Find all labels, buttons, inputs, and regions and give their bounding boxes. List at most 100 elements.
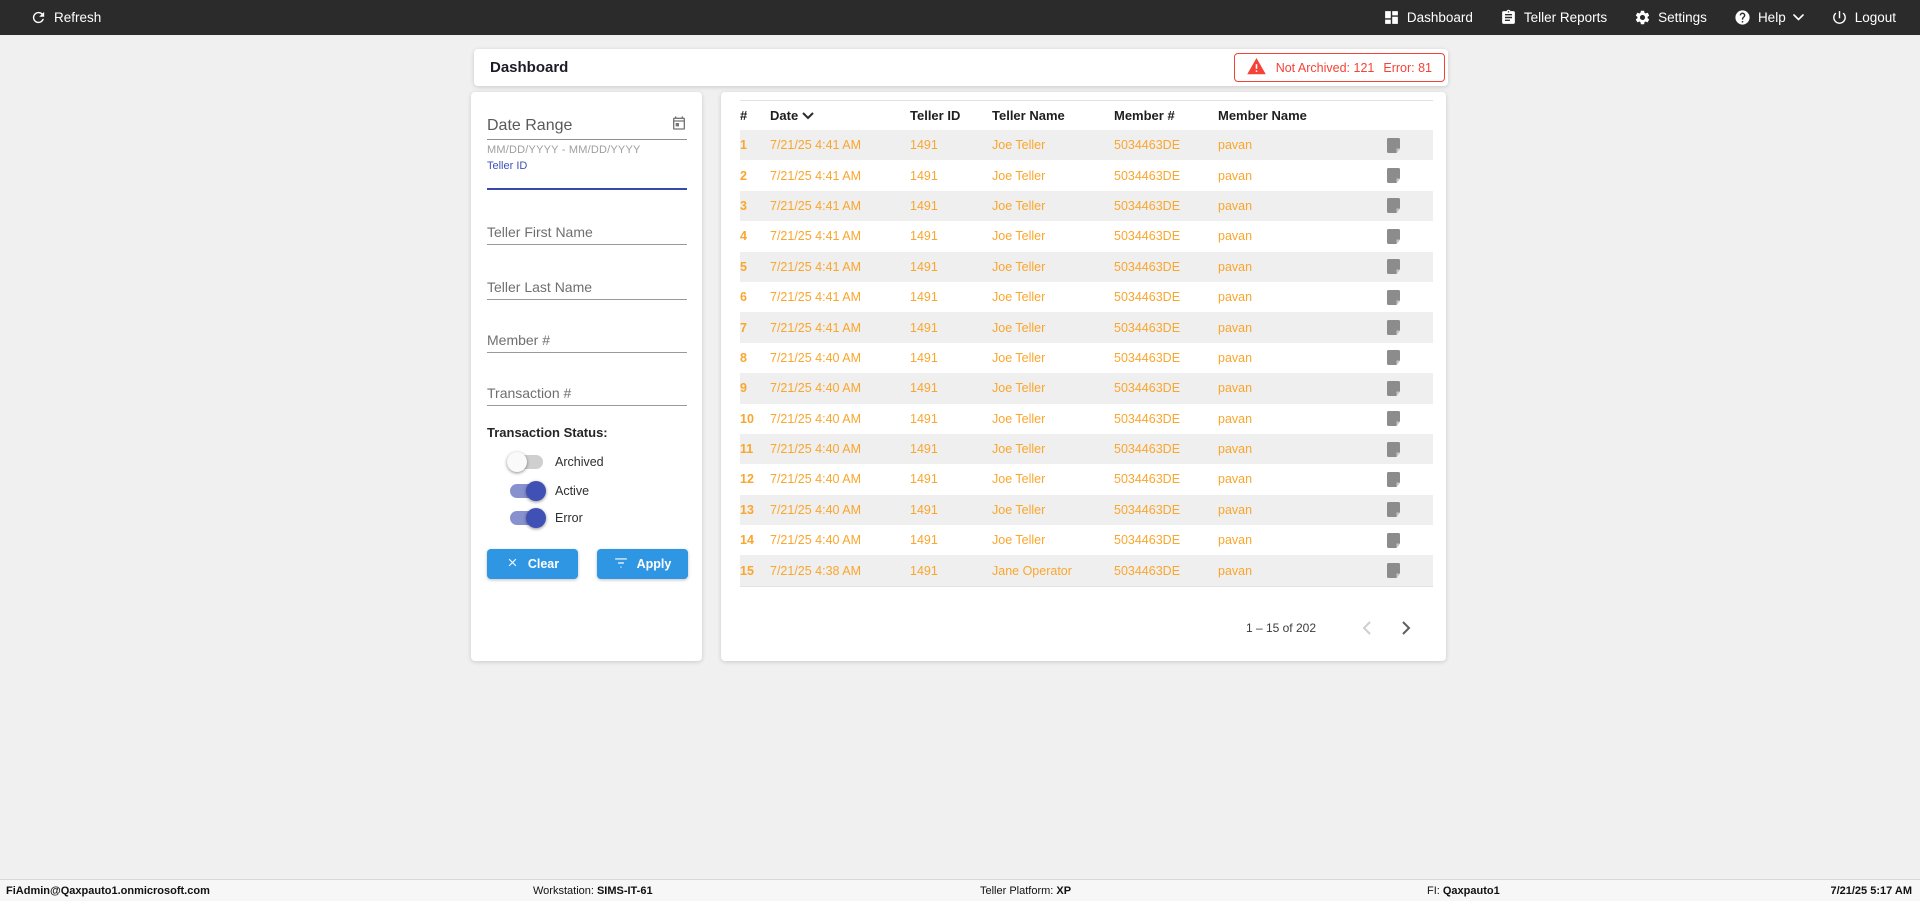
note-icon[interactable] [1338, 563, 1433, 579]
table-row[interactable]: 10 7/21/25 4:40 AM 1491 Joe Teller 50344… [740, 404, 1433, 434]
nav-dashboard[interactable]: Dashboard [1383, 9, 1473, 26]
nav-teller-reports[interactable]: Teller Reports [1500, 9, 1607, 26]
cell-member-number: 5034463DE [1114, 472, 1181, 487]
cell-teller-name: Joe Teller [992, 229, 1046, 244]
note-icon[interactable] [1338, 471, 1433, 487]
calendar-icon[interactable] [671, 115, 687, 136]
cell-teller-id: 1491 [910, 198, 938, 213]
table-row[interactable]: 11 7/21/25 4:40 AM 1491 Joe Teller 50344… [740, 433, 1433, 465]
dashboard-icon [1383, 9, 1400, 26]
col-header-member-name[interactable]: Member Name [1218, 108, 1338, 123]
cell-date: 7/21/25 4:40 AM [770, 502, 862, 517]
cell-member-number: 5034463DE [1114, 350, 1181, 365]
col-header-member-number[interactable]: Member # [1114, 108, 1218, 123]
transaction-number-input[interactable] [487, 380, 687, 406]
col-header-teller-name[interactable]: Teller Name [992, 108, 1114, 123]
cell-teller-name: Joe Teller [992, 411, 1046, 426]
statusbar-datetime: 7/21/25 5:17 AM [1830, 885, 1912, 897]
results-panel: # Date Teller ID Teller Name Member # Me… [721, 92, 1446, 661]
teller-first-name-input[interactable] [487, 219, 687, 245]
toggle-active[interactable]: Active [510, 480, 589, 502]
cell-member-name: pavan [1218, 502, 1253, 517]
cell-num: 8 [740, 350, 747, 365]
toggle-error[interactable]: Error [510, 507, 583, 529]
date-range-field[interactable]: Date Range [487, 112, 687, 140]
table-header: # Date Teller ID Teller Name Member # Me… [740, 100, 1433, 130]
table-row[interactable]: 9 7/21/25 4:40 AM 1491 Joe Teller 503446… [740, 373, 1433, 404]
teller-id-input[interactable] [487, 170, 687, 190]
cell-teller-name: Joe Teller [992, 290, 1046, 305]
note-icon[interactable] [1338, 198, 1433, 214]
apply-button[interactable]: Apply [597, 549, 688, 579]
cell-teller-name: Joe Teller [992, 381, 1046, 396]
cell-num: 14 [740, 533, 754, 548]
cell-date: 7/21/25 4:38 AM [770, 563, 862, 578]
table-row[interactable]: 14 7/21/25 4:40 AM 1491 Joe Teller 50344… [740, 525, 1433, 555]
note-icon[interactable] [1338, 411, 1433, 427]
table-row[interactable]: 13 7/21/25 4:40 AM 1491 Joe Teller 50344… [740, 494, 1433, 526]
table-row[interactable]: 5 7/21/25 4:41 AM 1491 Joe Teller 503446… [740, 251, 1433, 282]
col-header-num[interactable]: # [740, 108, 770, 123]
member-number-input[interactable] [487, 327, 687, 353]
cell-num: 15 [740, 563, 754, 578]
cell-member-number: 5034463DE [1114, 563, 1181, 578]
table-row[interactable]: 6 7/21/25 4:41 AM 1491 Joe Teller 503446… [740, 282, 1433, 312]
note-icon[interactable] [1338, 259, 1433, 275]
help-icon [1734, 9, 1751, 26]
note-icon[interactable] [1338, 320, 1433, 336]
top-navbar: Refresh Dashboard Teller Reports Setting… [0, 0, 1920, 35]
cell-member-name: pavan [1218, 411, 1253, 426]
nav-logout[interactable]: Logout [1831, 9, 1896, 26]
refresh-icon [30, 9, 47, 26]
settings-icon [1634, 9, 1651, 26]
table-row[interactable]: 3 7/21/25 4:41 AM 1491 Joe Teller 503446… [740, 190, 1433, 222]
table-row[interactable]: 15 7/21/25 4:38 AM 1491 Jane Operator 50… [740, 555, 1433, 586]
next-page-button[interactable] [1394, 616, 1418, 640]
cell-member-number: 5034463DE [1114, 381, 1181, 396]
toggle-archived-switch[interactable] [507, 452, 543, 472]
cell-member-name: pavan [1218, 168, 1253, 183]
note-icon[interactable] [1338, 380, 1433, 396]
cell-member-number: 5034463DE [1114, 533, 1181, 548]
reports-icon [1500, 9, 1517, 26]
clear-button[interactable]: Clear [487, 549, 578, 579]
toggle-error-switch[interactable] [510, 508, 546, 528]
nav-settings[interactable]: Settings [1634, 9, 1707, 26]
toggle-archived[interactable]: Archived [507, 451, 604, 473]
note-icon[interactable] [1338, 502, 1433, 518]
cell-date: 7/21/25 4:41 AM [770, 259, 862, 274]
note-icon[interactable] [1338, 289, 1433, 305]
cell-num: 13 [740, 502, 754, 517]
cell-member-name: pavan [1218, 320, 1253, 335]
toggle-active-switch[interactable] [510, 481, 546, 501]
cell-member-name: pavan [1218, 381, 1253, 396]
table-body: 1 7/21/25 4:41 AM 1491 Joe Teller 503446… [740, 130, 1433, 587]
table-row[interactable]: 1 7/21/25 4:41 AM 1491 Joe Teller 503446… [740, 130, 1433, 161]
cell-member-name: pavan [1218, 563, 1253, 578]
table-row[interactable]: 8 7/21/25 4:40 AM 1491 Joe Teller 503446… [740, 343, 1433, 373]
refresh-button[interactable]: Refresh [30, 9, 101, 26]
cell-date: 7/21/25 4:40 AM [770, 350, 862, 365]
note-icon[interactable] [1338, 137, 1433, 153]
table-row[interactable]: 2 7/21/25 4:41 AM 1491 Joe Teller 503446… [740, 160, 1433, 190]
cell-teller-id: 1491 [910, 259, 938, 274]
cell-num: 11 [740, 442, 754, 457]
nav-help[interactable]: Help [1734, 9, 1804, 26]
teller-last-name-input[interactable] [487, 274, 687, 300]
note-icon[interactable] [1338, 441, 1433, 457]
cell-member-number: 5034463DE [1114, 198, 1181, 213]
table-row[interactable]: 4 7/21/25 4:41 AM 1491 Joe Teller 503446… [740, 221, 1433, 251]
note-icon[interactable] [1338, 168, 1433, 184]
note-icon[interactable] [1338, 532, 1433, 548]
prev-page-button[interactable] [1354, 616, 1378, 640]
cell-num: 3 [740, 198, 747, 213]
col-header-teller-id[interactable]: Teller ID [910, 108, 992, 123]
note-icon[interactable] [1338, 350, 1433, 366]
note-icon[interactable] [1338, 228, 1433, 244]
nav-teller-reports-label: Teller Reports [1523, 10, 1608, 25]
cell-teller-name: Joe Teller [992, 138, 1046, 153]
cell-member-number: 5034463DE [1114, 502, 1181, 517]
table-row[interactable]: 12 7/21/25 4:40 AM 1491 Joe Teller 50344… [740, 464, 1433, 494]
col-header-date[interactable]: Date [770, 108, 910, 123]
table-row[interactable]: 7 7/21/25 4:41 AM 1491 Joe Teller 503446… [740, 312, 1433, 343]
